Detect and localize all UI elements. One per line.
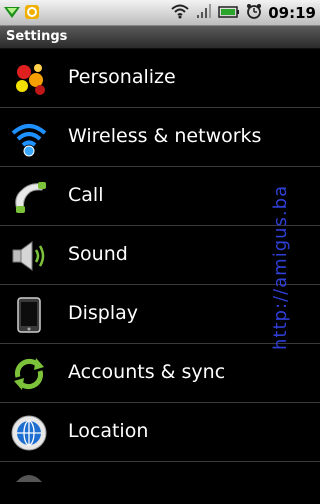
status-time: 09:19	[268, 3, 316, 22]
personalize-icon	[10, 60, 48, 98]
location-icon	[10, 414, 48, 452]
settings-item-label: Wireless & networks	[68, 125, 262, 147]
wifi-icon	[170, 3, 190, 23]
settings-item-label: Location	[68, 420, 149, 442]
settings-item-accounts[interactable]: Accounts & sync	[0, 344, 320, 403]
settings-item-label: Accounts & sync	[68, 361, 226, 383]
sync-icon	[10, 355, 48, 393]
watermark-text: http://amigus.ba	[270, 184, 291, 350]
settings-item-label: Personalize	[68, 66, 176, 88]
status-bar: 09:19	[0, 0, 320, 26]
settings-item-wireless[interactable]: Wireless & networks	[0, 108, 320, 167]
signal-icon	[196, 3, 212, 23]
settings-item-label: Sound	[68, 243, 128, 265]
wireless-icon	[10, 119, 48, 157]
settings-item-location[interactable]: Location	[0, 403, 320, 462]
settings-item-label: Call	[68, 184, 104, 206]
settings-item-personalize[interactable]: Personalize	[0, 49, 320, 108]
partial-item-icon	[10, 466, 48, 504]
settings-item-label: Display	[68, 302, 139, 324]
speaker-icon	[10, 237, 48, 275]
alarm-icon	[246, 3, 262, 23]
display-icon	[10, 296, 48, 334]
settings-item-partial[interactable]	[0, 462, 320, 482]
download-notification-icon[interactable]	[3, 5, 21, 24]
app-notification-icon[interactable]	[24, 4, 40, 24]
page-title: Settings	[6, 29, 68, 44]
phone-icon	[10, 178, 48, 216]
battery-icon	[218, 3, 240, 22]
title-bar: Settings	[0, 26, 320, 49]
